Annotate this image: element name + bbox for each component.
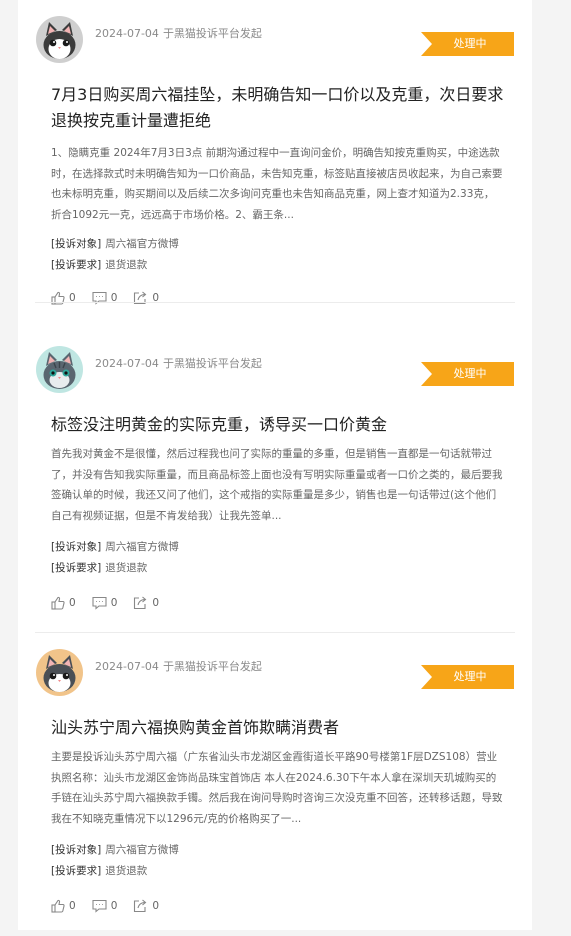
card-divider bbox=[35, 302, 515, 303]
complaint-date: 2024-07-04 bbox=[95, 660, 159, 673]
share-icon bbox=[134, 596, 147, 610]
complaint-summary[interactable]: 主要是投诉汕头苏宁周六福（广东省汕头市龙湖区金霞街道长平路90号楼第1F层DZS… bbox=[51, 747, 504, 829]
cat-avatar-icon[interactable] bbox=[36, 16, 83, 63]
complaint-target: [投诉对象] 周六福官方微博 bbox=[51, 842, 179, 857]
like-count: 0 bbox=[69, 597, 76, 609]
complaint-demand-label: [投诉要求] bbox=[51, 562, 102, 574]
thumbs-up-icon bbox=[51, 899, 65, 913]
complaint-meta: 2024-07-04 于黑猫投诉平台发起 bbox=[95, 25, 262, 41]
complaint-title[interactable]: 7月3日购买周六福挂坠，未明确告知一口价以及克重，次日要求退换按克重计量遭拒绝 bbox=[51, 82, 506, 134]
status-badge: 处理中 bbox=[421, 362, 514, 386]
share-count: 0 bbox=[152, 597, 160, 609]
like-button[interactable]: 0 bbox=[51, 899, 76, 913]
complaint-demand-label: [投诉要求] bbox=[51, 259, 102, 271]
complaint-target-value[interactable]: 周六福官方微博 bbox=[105, 238, 179, 250]
like-count: 0 bbox=[69, 900, 76, 912]
complaint-demand: [投诉要求] 退货退款 bbox=[51, 863, 147, 878]
complaint-card[interactable]: 2024-07-04 于黑猫投诉平台发起 处理中 7月3日购买周六福挂坠，未明确告… bbox=[18, 0, 532, 305]
complaint-target-value[interactable]: 周六福官方微博 bbox=[105, 844, 179, 856]
complaint-actions: 0 0 0 bbox=[51, 897, 175, 915]
status-badge: 处理中 bbox=[421, 665, 514, 689]
thumbs-up-icon bbox=[51, 596, 65, 610]
complaint-date: 2024-07-04 bbox=[95, 27, 159, 40]
complaint-demand-value: 退货退款 bbox=[105, 562, 148, 574]
comment-icon bbox=[92, 596, 107, 610]
complaint-demand: [投诉要求] 退货退款 bbox=[51, 257, 147, 272]
complaint-target: [投诉对象] 周六福官方微博 bbox=[51, 539, 179, 554]
complaint-title[interactable]: 标签没注明黄金的实际克重，诱导买一口价黄金 bbox=[51, 412, 506, 438]
complaint-summary[interactable]: 首先我对黄金不是很懂，然后过程我也问了实际的重量的多重，但是销售一直都是一句话就… bbox=[51, 444, 504, 526]
share-icon bbox=[134, 899, 147, 913]
complaint-card[interactable]: 2024-07-04 于黑猫投诉平台发起 处理中 汕头苏宁周六福换购黄金首饰欺瞒消… bbox=[18, 633, 532, 936]
cat-avatar-icon[interactable] bbox=[36, 346, 83, 393]
complaint-meta: 2024-07-04 于黑猫投诉平台发起 bbox=[95, 355, 262, 371]
complaint-date: 2024-07-04 bbox=[95, 357, 159, 370]
comment-button[interactable]: 0 bbox=[92, 899, 118, 913]
complaint-target-label: [投诉对象] bbox=[51, 541, 102, 553]
complaint-target-label: [投诉对象] bbox=[51, 238, 102, 250]
complaint-target-value[interactable]: 周六福官方微博 bbox=[105, 541, 179, 553]
complaint-card[interactable]: 2024-07-04 于黑猫投诉平台发起 处理中 标签没注明黄金的实际克重，诱导买… bbox=[18, 330, 532, 633]
complaint-demand-value: 退货退款 bbox=[105, 259, 148, 271]
complaint-actions: 0 0 0 bbox=[51, 289, 175, 307]
complaint-list: 2024-07-04 于黑猫投诉平台发起 处理中 7月3日购买周六福挂坠，未明确告… bbox=[18, 0, 532, 930]
complaint-demand: [投诉要求] 退货退款 bbox=[51, 560, 147, 575]
comment-button[interactable]: 0 bbox=[92, 596, 118, 610]
share-button[interactable]: 0 bbox=[133, 596, 159, 610]
cat-avatar-icon[interactable] bbox=[36, 649, 83, 696]
complaint-demand-value: 退货退款 bbox=[105, 865, 148, 877]
complaint-source: 于黑猫投诉平台发起 bbox=[162, 660, 262, 673]
complaint-title[interactable]: 汕头苏宁周六福换购黄金首饰欺瞒消费者 bbox=[51, 715, 506, 741]
comment-count: 0 bbox=[110, 900, 118, 912]
complaint-demand-label: [投诉要求] bbox=[51, 865, 102, 877]
complaint-target-label: [投诉对象] bbox=[51, 844, 102, 856]
complaint-target: [投诉对象] 周六福官方微博 bbox=[51, 236, 179, 251]
status-badge: 处理中 bbox=[421, 32, 514, 56]
complaint-actions: 0 0 0 bbox=[51, 594, 175, 612]
comment-icon bbox=[92, 899, 107, 913]
share-count: 0 bbox=[152, 900, 160, 912]
complaint-source: 于黑猫投诉平台发起 bbox=[162, 27, 262, 40]
complaint-meta: 2024-07-04 于黑猫投诉平台发起 bbox=[95, 658, 262, 674]
complaint-source: 于黑猫投诉平台发起 bbox=[162, 357, 262, 370]
like-button[interactable]: 0 bbox=[51, 596, 76, 610]
complaint-summary[interactable]: 1、隐瞒克重 2024年7月3日3点 前期沟通过程中一直询问金价，明确告知按克重… bbox=[51, 143, 504, 225]
share-button[interactable]: 0 bbox=[133, 899, 159, 913]
comment-count: 0 bbox=[110, 597, 118, 609]
